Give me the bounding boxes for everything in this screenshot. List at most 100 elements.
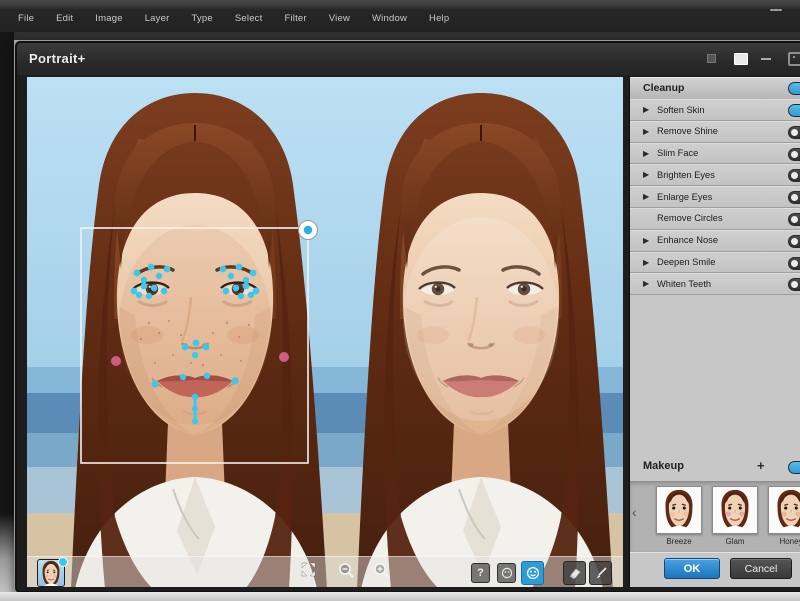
brush-icon	[594, 566, 608, 580]
expand-arrow-icon[interactable]: ▶	[643, 149, 649, 158]
makeup-preset-label: Breeze	[656, 537, 702, 546]
brush-button[interactable]	[589, 561, 612, 585]
menu-type[interactable]: Type	[191, 13, 212, 24]
cleanup-row[interactable]: ▶ Remove Circles	[630, 208, 800, 230]
cleanup-row[interactable]: ▶ Remove Shine	[630, 121, 800, 143]
menu-filter[interactable]: Filter	[284, 13, 306, 24]
makeup-preset-thumbnail[interactable]	[712, 486, 758, 534]
menu-view[interactable]: View	[329, 13, 350, 24]
close-icon[interactable]	[788, 52, 800, 64]
app-minimize-icon[interactable]	[770, 9, 782, 11]
options-bar	[0, 32, 800, 40]
fit-screen-icon[interactable]	[301, 562, 316, 577]
navigator-badge[interactable]	[58, 557, 68, 567]
before-after-image	[27, 77, 623, 587]
dialog-titlebar[interactable]: Portrait+	[17, 43, 800, 75]
cleanup-row-toggle[interactable]	[788, 126, 800, 139]
eraser-icon	[568, 566, 582, 580]
menu-file[interactable]: File	[18, 13, 34, 24]
menu-window[interactable]: Window	[372, 13, 407, 24]
cheek-landmark-right[interactable]	[279, 352, 289, 362]
cleanup-row-label: Deepen Smile	[657, 257, 715, 267]
cleanup-title: Cleanup	[643, 82, 684, 94]
expand-arrow-icon[interactable]: ▶	[643, 170, 649, 179]
expand-arrow-icon[interactable]: ▶	[643, 258, 649, 267]
viewer-toolbar: ?	[27, 556, 623, 587]
expand-arrow-icon[interactable]: ▶	[643, 127, 649, 136]
tools-panel-strip	[0, 32, 14, 592]
app-menubar: File Edit Image Layer Type Select Filter View Wi…	[0, 0, 800, 33]
cheek-landmark-left[interactable]	[111, 356, 121, 366]
cleanup-row[interactable]: ▶ Whiten Teeth	[630, 273, 800, 295]
zoom-in-icon[interactable]	[373, 562, 390, 579]
makeup-preset-thumbnail[interactable]	[656, 486, 702, 534]
cleanup-row[interactable]: ▶ Brighten Eyes	[630, 164, 800, 186]
cleanup-row-label: Brighten Eyes	[657, 170, 715, 180]
window-bottom-edge	[0, 592, 800, 601]
cleanup-row-toggle[interactable]	[788, 169, 800, 182]
menu-layer[interactable]: Layer	[145, 13, 170, 24]
before-portrait	[71, 93, 327, 587]
cleanup-row-label: Slim Face	[657, 148, 698, 158]
adjustments-panel: Cleanup ▶ Soften Skin ▶ Remove Shine ▶ S…	[629, 77, 800, 587]
eraser-button[interactable]	[563, 561, 586, 585]
makeup-toggle[interactable]	[788, 461, 800, 474]
dialog-title: Portrait+	[29, 51, 86, 66]
menubar-items: File Edit Image Layer Type Select Filter View Wi…	[0, 13, 449, 24]
cleanup-row[interactable]: ▶ Soften Skin	[630, 99, 800, 121]
expand-arrow-icon[interactable]: ▶	[643, 192, 649, 201]
cleanup-row-label: Enlarge Eyes	[657, 192, 712, 202]
face-outline-icon	[501, 567, 513, 579]
cleanup-row-label: Soften Skin	[657, 105, 705, 115]
menu-edit[interactable]: Edit	[56, 13, 73, 24]
minimize-icon[interactable]	[761, 52, 774, 64]
makeup-preset[interactable]: Breeze	[656, 486, 702, 546]
cleanup-row-label: Remove Shine	[657, 126, 718, 136]
makeup-preset-label: Honey	[768, 537, 800, 546]
ok-button[interactable]: OK	[664, 558, 720, 579]
cleanup-row-toggle[interactable]	[788, 148, 800, 161]
cleanup-row-toggle[interactable]	[788, 191, 800, 204]
menu-image[interactable]: Image	[95, 13, 122, 24]
cleanup-row-label: Whiten Teeth	[657, 279, 711, 289]
cleanup-row-toggle[interactable]	[788, 235, 800, 248]
after-portrait	[357, 93, 613, 587]
cleanup-row-label: Remove Circles	[657, 213, 723, 223]
cleanup-row[interactable]: ▶ Deepen Smile	[630, 252, 800, 274]
face-box-handle[interactable]	[299, 221, 318, 240]
makeup-preset-strip: ‹ Breeze Glam Honey	[630, 481, 800, 553]
makeup-preset[interactable]: Glam	[712, 486, 758, 546]
makeup-preset-thumbnail[interactable]	[768, 486, 800, 534]
expand-arrow-icon[interactable]: ▶	[643, 236, 649, 245]
face-outline-button[interactable]	[497, 563, 516, 583]
cleanup-row[interactable]: ▶ Enlarge Eyes	[630, 186, 800, 208]
maximize-icon[interactable]	[734, 52, 747, 64]
zoom-out-icon[interactable]	[338, 562, 355, 579]
smiley-face-icon	[526, 566, 540, 580]
titlebar-dot-icon	[707, 52, 720, 64]
scroll-left-icon[interactable]: ‹	[632, 504, 637, 520]
menu-help[interactable]: Help	[429, 13, 449, 24]
cleanup-row-toggle[interactable]	[788, 213, 800, 226]
cleanup-row[interactable]: ▶ Enhance Nose	[630, 230, 800, 252]
cancel-button[interactable]: Cancel	[730, 558, 792, 579]
preview-canvas[interactable]: ?	[27, 77, 623, 587]
cleanup-row-label: Enhance Nose	[657, 235, 718, 245]
cleanup-header: Cleanup	[630, 77, 800, 101]
cleanup-row-toggle[interactable]	[788, 278, 800, 291]
cleanup-master-toggle[interactable]	[788, 82, 800, 95]
cleanup-row-toggle[interactable]	[788, 257, 800, 270]
add-makeup-icon[interactable]: +	[757, 458, 765, 473]
help-button[interactable]: ?	[471, 563, 490, 583]
expand-arrow-icon[interactable]: ▶	[643, 279, 649, 288]
cleanup-row[interactable]: ▶ Slim Face	[630, 143, 800, 165]
cleanup-row-toggle[interactable]	[788, 104, 800, 117]
cleanup-list: ▶ Soften Skin ▶ Remove Shine ▶ Slim Face…	[630, 99, 800, 295]
portrait-plus-dialog: Portrait+	[14, 40, 800, 594]
menu-select[interactable]: Select	[235, 13, 263, 24]
expand-arrow-icon[interactable]: ▶	[643, 105, 649, 114]
show-landmarks-button[interactable]	[521, 561, 544, 585]
makeup-preset[interactable]: Honey	[768, 486, 800, 546]
makeup-header: Makeup +	[630, 455, 800, 479]
makeup-title: Makeup	[643, 460, 684, 472]
